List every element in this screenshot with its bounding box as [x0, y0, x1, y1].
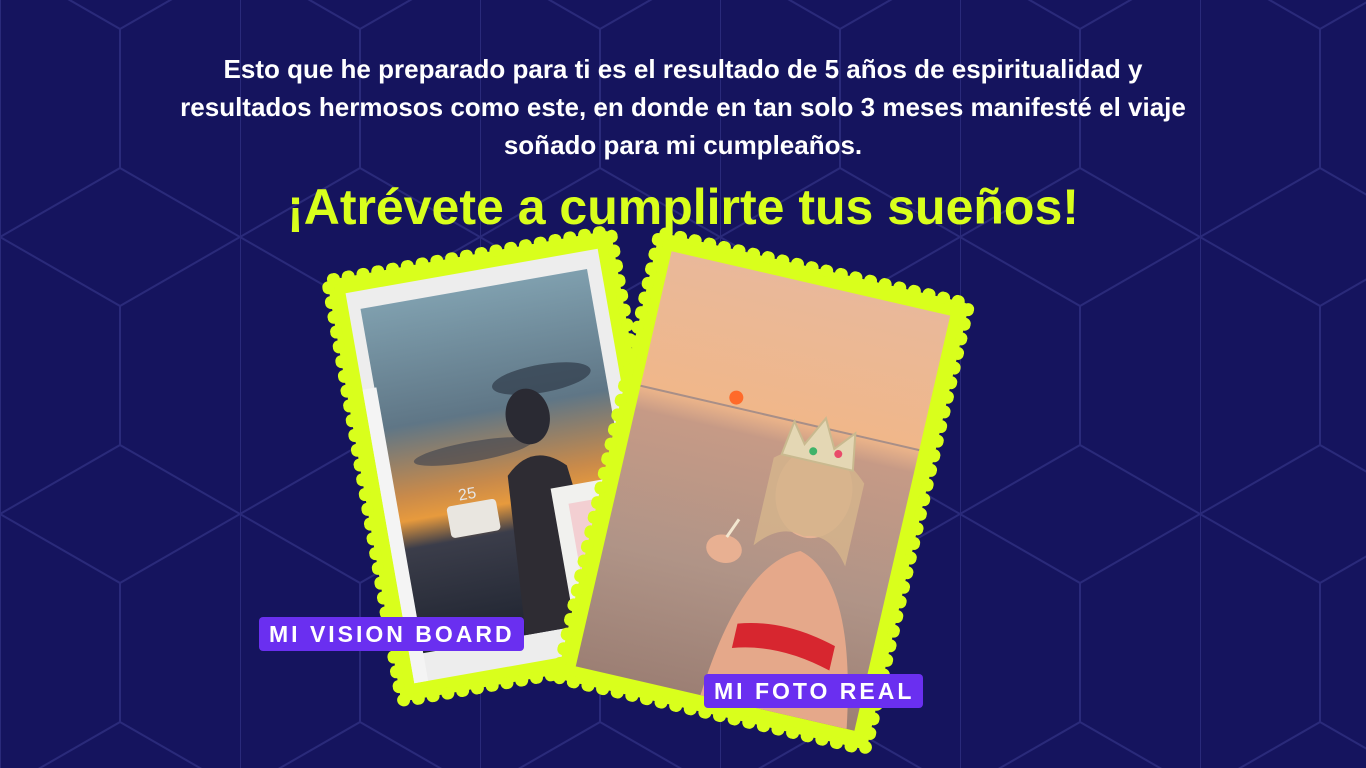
- cake-number: 25: [457, 485, 478, 505]
- headline: ¡Atrévete a cumplirte tus sueños!: [287, 179, 1079, 235]
- intro-text: Esto que he preparado para ti es el resu…: [180, 54, 1186, 160]
- real-photo-label: MI FOTO REAL: [704, 674, 924, 708]
- vision-board-label: MI VISION BOARD: [259, 617, 524, 651]
